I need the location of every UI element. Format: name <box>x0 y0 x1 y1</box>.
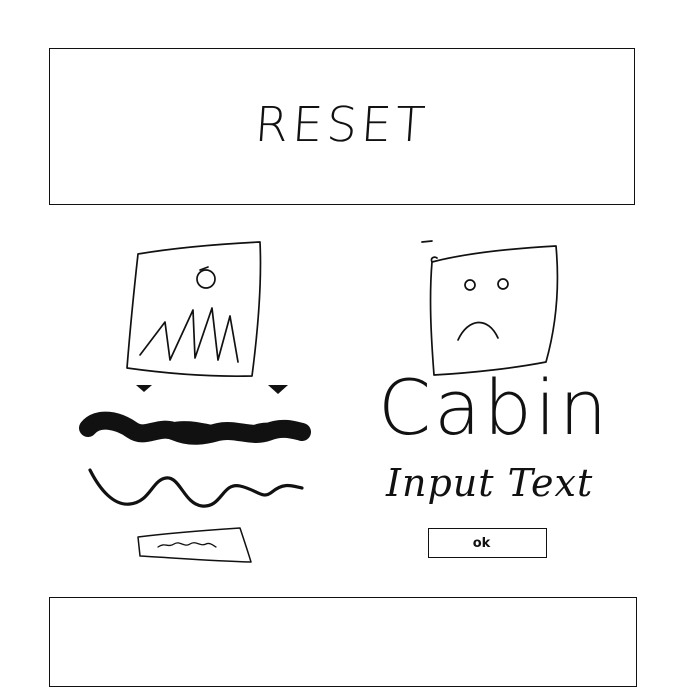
sketch-canvas <box>79 240 559 563</box>
bottom-panel <box>49 597 637 687</box>
triangle-marker-icon[interactable] <box>136 385 288 394</box>
sad-face-icon <box>421 240 559 376</box>
ok-button-label: ok <box>472 535 491 551</box>
ok-button[interactable]: ok <box>428 528 547 558</box>
title-label: Cabin <box>378 363 611 452</box>
image-placeholder-icon <box>126 241 262 378</box>
input-text-label: Input Text <box>386 461 594 505</box>
heavy-scribble-heading-placeholder <box>79 411 311 445</box>
wavy-line-text-placeholder <box>88 468 304 508</box>
text-input-field[interactable] <box>137 528 251 562</box>
